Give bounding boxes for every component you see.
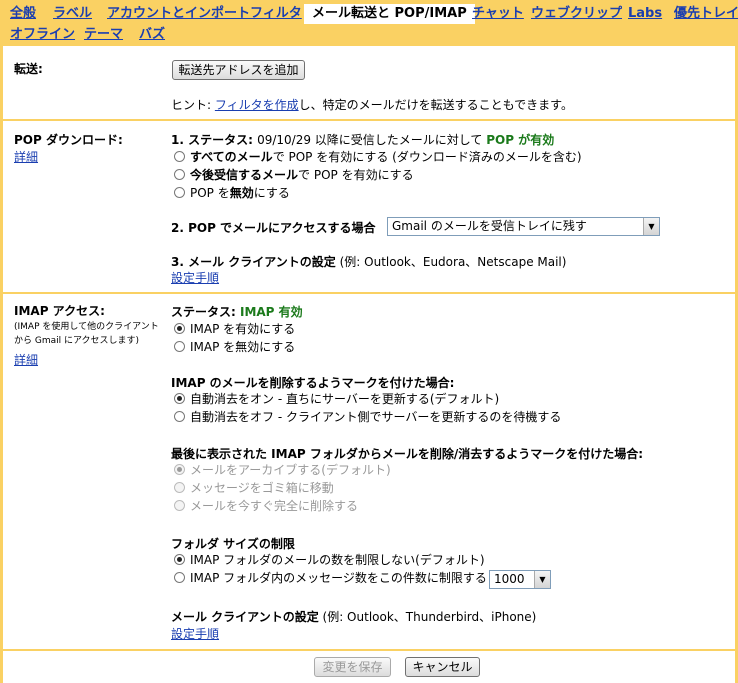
- auto-expunge-off-radio[interactable]: [174, 411, 185, 422]
- imap-expunge-heading: 最後に表示された IMAP フォルダからメールを削除/消去するようマークを付けた…: [171, 447, 644, 461]
- imap-client-settings: メール クライアントの設定 (例: Outlook、Thunderbird、iP…: [171, 610, 537, 624]
- tab-web-clips[interactable]: ウェブクリップ: [531, 5, 622, 23]
- divider: [3, 119, 735, 121]
- auto-expunge-on-radio[interactable]: [174, 393, 185, 404]
- forwarding-label: 転送:: [14, 62, 43, 76]
- tab-buzz[interactable]: バズ: [139, 26, 165, 44]
- tab-labs[interactable]: Labs: [628, 5, 662, 23]
- limit-folder-label: IMAP フォルダ内のメッセージ数をこの件数に制限する: [190, 571, 487, 585]
- no-folder-limit-radio[interactable]: [174, 554, 185, 565]
- pop-access-value: Gmail のメールを受信トレイに残す: [392, 219, 587, 233]
- add-forwarding-address-button[interactable]: 転送先アドレスを追加: [172, 60, 305, 80]
- auto-expunge-off-label: 自動消去をオフ - クライアント側でサーバーを更新するのを待機する: [190, 410, 562, 424]
- pop-label: POP ダウンロード:: [14, 133, 123, 147]
- pop-status-text: 09/10/29 以降に受信したメールに対して: [257, 133, 487, 147]
- tab-accounts-import[interactable]: アカウントとインポート: [107, 5, 250, 23]
- pop-all-mail-label: すべてのメールで POP を有効にする (ダウンロード済みのメールを含む): [190, 150, 582, 164]
- forwarding-hint: ヒント: フィルタを作成し、特定のメールだけを転送することもできます。: [171, 96, 573, 113]
- pop-access-select[interactable]: Gmail のメールを受信トレイに残す ▼: [387, 217, 660, 236]
- pop-setup-link[interactable]: 設定手順: [171, 269, 219, 286]
- tab-general[interactable]: 全般: [10, 5, 36, 23]
- pop-details-link[interactable]: 詳細: [14, 148, 38, 165]
- imap-status-value: IMAP 有効: [239, 305, 303, 319]
- archive-message-label: メールをアーカイブする(デフォルト): [190, 463, 391, 477]
- move-to-trash-label: メッセージをゴミ箱に移動: [190, 481, 334, 495]
- tab-themes[interactable]: テーマ: [84, 26, 123, 44]
- divider: [3, 649, 735, 651]
- settings-tab-bar: 全般 ラベル アカウントとインポート フィルタ メール転送と POP/IMAP …: [0, 0, 738, 46]
- divider: [3, 292, 735, 294]
- create-filter-link[interactable]: フィルタを作成: [215, 98, 299, 112]
- pop-all-mail-radio[interactable]: [174, 151, 185, 162]
- hint-prefix: ヒント:: [171, 98, 215, 112]
- imap-disable-label: IMAP を無効にする: [190, 340, 296, 354]
- cancel-button[interactable]: キャンセル: [405, 657, 480, 677]
- folder-size-heading: フォルダ サイズの制限: [171, 537, 295, 551]
- pop-new-mail-label: 今後受信するメールで POP を有効にする: [190, 168, 414, 182]
- delete-forever-label: メールを今すぐ完全に削除する: [190, 499, 359, 513]
- tab-filters[interactable]: フィルタ: [250, 5, 302, 23]
- tab-labels[interactable]: ラベル: [53, 5, 92, 23]
- pop-new-mail-radio[interactable]: [174, 169, 185, 180]
- pop-access-label: 2. POP でメールにアクセスする場合: [171, 221, 376, 235]
- pop-status-prefix: 1. ステータス:: [171, 133, 258, 147]
- folder-limit-value: 1000: [494, 572, 525, 586]
- tab-priority-inbox[interactable]: 優先トレイ: [674, 5, 738, 23]
- imap-delete-heading: IMAP のメールを削除するようマークを付けた場合:: [171, 376, 455, 390]
- settings-panel: 転送: 転送先アドレスを追加 ヒント: フィルタを作成し、特定のメールだけを転送…: [0, 46, 738, 683]
- archive-message-radio[interactable]: [174, 464, 185, 475]
- imap-setup-link[interactable]: 設定手順: [171, 625, 219, 642]
- auto-expunge-on-label: 自動消去をオン - 直ちにサーバーを更新する(デフォルト): [190, 392, 500, 406]
- imap-status: ステータス: IMAP 有効: [171, 305, 303, 319]
- pop-disable-radio[interactable]: [174, 187, 185, 198]
- save-changes-button[interactable]: 変更を保存: [314, 657, 391, 677]
- chevron-down-icon[interactable]: ▼: [643, 218, 659, 235]
- move-to-trash-radio[interactable]: [174, 482, 185, 493]
- tab-offline[interactable]: オフライン: [10, 26, 75, 44]
- imap-details-link[interactable]: 詳細: [14, 351, 38, 368]
- chevron-down-icon[interactable]: ▼: [534, 571, 550, 588]
- limit-folder-radio[interactable]: [174, 572, 185, 583]
- pop-status: 1. ステータス: 09/10/29 以降に受信したメールに対して POP が有…: [171, 131, 554, 148]
- tab-chat[interactable]: チャット: [472, 5, 524, 23]
- pop-disable-label: POP を無効にする: [190, 186, 290, 200]
- folder-limit-select[interactable]: 1000 ▼: [489, 570, 551, 589]
- imap-note: (IMAP を使用して他のクライアントから Gmail にアクセスします): [14, 322, 159, 346]
- imap-enable-radio[interactable]: [174, 323, 185, 334]
- pop-status-value: POP が有効: [486, 133, 555, 147]
- pop-client-settings: 3. メール クライアントの設定 (例: Outlook、Eudora、Nets…: [171, 255, 567, 269]
- imap-disable-radio[interactable]: [174, 341, 185, 352]
- imap-label: IMAP アクセス:: [14, 304, 105, 318]
- no-folder-limit-label: IMAP フォルダのメールの数を制限しない(デフォルト): [190, 553, 485, 567]
- tab-forwarding-pop-imap[interactable]: メール転送と POP/IMAP: [304, 4, 475, 24]
- imap-enable-label: IMAP を有効にする: [190, 322, 296, 336]
- hint-suffix: し、特定のメールだけを転送することもできます。: [298, 98, 573, 112]
- delete-forever-radio[interactable]: [174, 500, 185, 511]
